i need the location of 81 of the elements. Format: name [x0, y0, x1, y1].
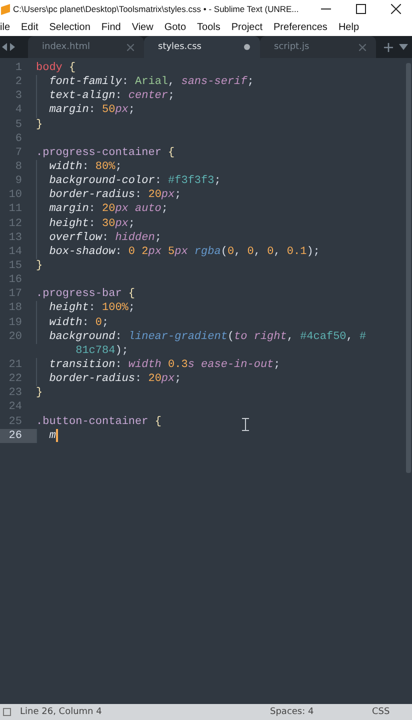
text-caret [56, 428, 58, 442]
next-tab-icon[interactable] [10, 43, 15, 51]
line-number: 11 [8, 202, 23, 217]
cursor-position: Line 26, Column 4 [20, 707, 103, 717]
unsaved-dot-icon [244, 44, 250, 50]
line-number: 5 [14, 118, 23, 132]
file-tab[interactable]: styles.css [144, 36, 260, 58]
code-line: width: 0; [36, 316, 109, 330]
code-line: } [36, 258, 43, 274]
line-number: 2 [14, 75, 23, 90]
code-line: text-align: center; [36, 89, 175, 104]
code-line: body { [36, 61, 76, 76]
menu-item[interactable]: Tools [197, 22, 220, 32]
line-number: 3 [14, 89, 23, 104]
code-line: .progress-container { [36, 146, 175, 160]
code-line: } [36, 118, 43, 132]
line-number: 13 [8, 230, 23, 245]
code-line: box-shadow: 0 2px 5px rgba(0, 0, 0, 0.1); [36, 244, 320, 259]
text-cursor-icon [242, 418, 249, 431]
code-line: background-color: #f3f3f3; [36, 174, 221, 188]
menu-item[interactable]: Project [231, 22, 263, 32]
code-line: transition: width 0.3s ease-in-out; [36, 358, 280, 372]
code-line: .button-container { [36, 414, 162, 429]
code-line: 81c784); [74, 344, 128, 358]
menu-item[interactable]: Help [338, 22, 360, 32]
maximize-icon [356, 4, 366, 14]
code-line: overflow: hidden; [36, 230, 162, 245]
line-number: 6 [14, 132, 23, 146]
file-tab[interactable]: script.js [260, 36, 376, 58]
indentation-setting[interactable]: Spaces: 4 [270, 707, 372, 717]
previous-tab-icon[interactable] [2, 43, 7, 51]
menu-item[interactable]: Edit [21, 22, 38, 32]
code-line: font-family: Arial, sans-serif; [36, 75, 254, 90]
line-number: 26 [0, 428, 36, 443]
line-number: 8 [14, 160, 23, 174]
line-number: 4 [14, 103, 23, 118]
syntax-setting[interactable]: CSS [372, 707, 412, 717]
line-number: 9 [14, 174, 23, 188]
line-number: 1 [14, 61, 23, 76]
menu-item[interactable]: Find [101, 22, 121, 32]
line-number: 18 [8, 301, 23, 316]
line-number: 16 [8, 273, 23, 288]
code-line: border-radius: 20px; [36, 372, 182, 386]
line-number: 24 [8, 400, 23, 415]
menu-item[interactable]: Selection [49, 22, 90, 32]
menu-item[interactable]: Preferences [274, 22, 328, 32]
line-number: 15 [8, 258, 23, 274]
code-line: width: 80%; [36, 160, 122, 174]
code-line: height: 30px; [36, 216, 136, 231]
app-logo-icon [1, 4, 10, 14]
line-number: 21 [8, 358, 23, 372]
line-number: 20 [8, 330, 23, 344]
line-number: 22 [8, 372, 23, 386]
close-icon [391, 4, 401, 14]
line-number: 14 [8, 244, 23, 259]
code-line: } [36, 386, 43, 400]
line-number: 25 [8, 414, 23, 429]
close-icon[interactable] [359, 44, 366, 50]
menu-item[interactable]: View [132, 22, 154, 32]
dropdown-icon[interactable] [399, 44, 408, 50]
code-line: margin: 50px; [36, 103, 136, 118]
line-number: 17 [8, 287, 23, 302]
close-icon[interactable] [127, 44, 134, 50]
plus-icon[interactable] [384, 42, 393, 52]
code-line: m [36, 428, 58, 443]
code-line: height: 100%; [36, 301, 136, 316]
code-line: background: linear-gradient(to right, #4caf50, # [36, 330, 366, 344]
code-line: border-radius: 20px; [36, 188, 182, 202]
menu-item[interactable]: Goto [164, 22, 186, 32]
file-tab[interactable]: index.html [28, 36, 144, 58]
line-number: 10 [8, 188, 23, 202]
line-number: 12 [8, 216, 23, 231]
code-line: .progress-bar { [36, 287, 136, 302]
menu-item[interactable]: ile [0, 22, 10, 32]
code-line: margin: 20px auto; [36, 202, 168, 217]
line-number: 23 [8, 386, 23, 400]
panel-toggle-icon[interactable] [3, 708, 11, 716]
scrollbar[interactable] [406, 63, 411, 473]
window-title: C:\Users\pc planet\Desktop\Toolsmatrix\styles.css • - Sublime Text (UNRE... [13, 4, 300, 14]
line-number: 19 [8, 316, 23, 330]
line-number: 7 [14, 146, 23, 160]
